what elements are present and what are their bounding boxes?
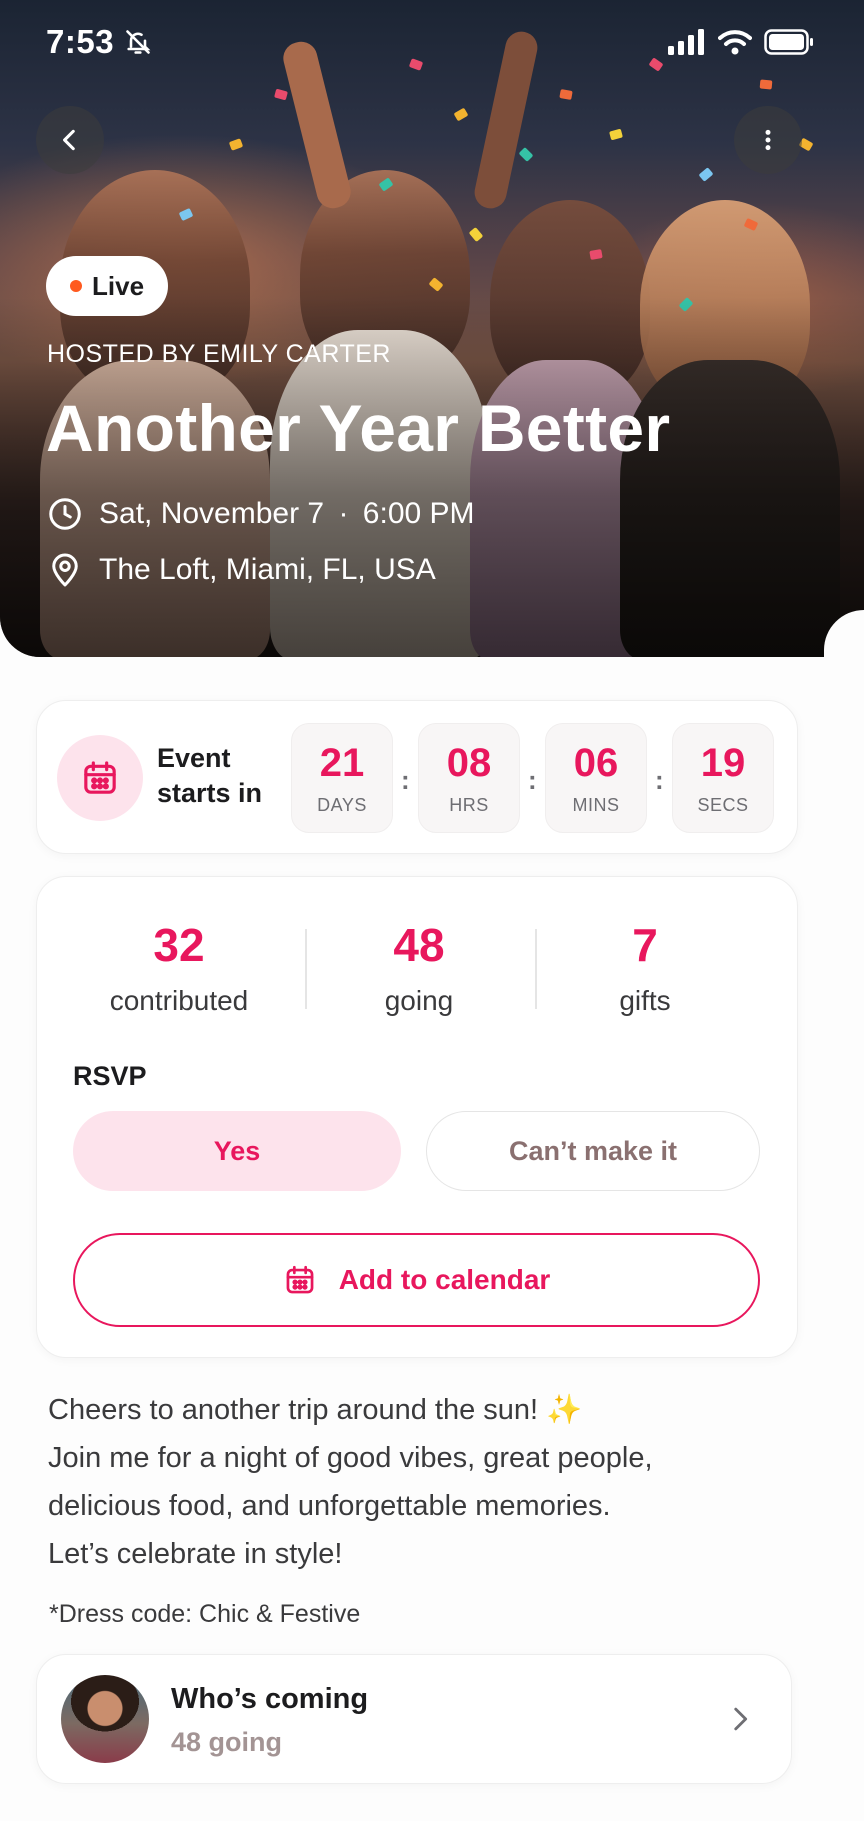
dress-code: *Dress code: Chic & Festive [49, 1600, 361, 1628]
description-line: Cheers to another trip around the sun! ✨ [48, 1386, 808, 1434]
event-time: 6:00 PM [362, 497, 475, 530]
description-line3: delicious food, and unforgettable memori… [48, 1490, 611, 1522]
wifi-icon [718, 30, 752, 55]
countdown-seconds-value: 19 [700, 740, 746, 785]
avatar [61, 1675, 149, 1763]
status-bar: 7:53 [0, 0, 864, 84]
status-time: 7:53 [46, 23, 152, 61]
countdown-colon: : [528, 765, 537, 795]
stat-contributed-value: 32 [153, 919, 205, 971]
description-line4: Let’s celebrate in style! [48, 1538, 343, 1570]
sparkles-emoji: ✨ [546, 1394, 583, 1426]
countdown-days-value: 21 [319, 740, 365, 785]
status-time-text: 7:53 [46, 23, 115, 60]
calendar-icon [286, 1265, 314, 1294]
rsvp-no-button[interactable]: Can’t make it [426, 1111, 760, 1191]
countdown-hours-value: 08 [446, 740, 492, 785]
countdown-minutes-value: 06 [573, 740, 619, 785]
live-label: Live [92, 270, 145, 301]
countdown-label-line1: Event [157, 743, 231, 773]
stat-going-value: 48 [393, 919, 445, 971]
hosted-by: HOSTED BY EMILY CARTER [47, 340, 391, 368]
status-icons [668, 29, 814, 55]
more-options-button[interactable] [734, 106, 802, 174]
live-badge: Live [46, 256, 169, 316]
countdown-hours: 08 HRS [418, 723, 520, 833]
stat-contributed-label: contributed [109, 985, 249, 1016]
stat-contributed: 32 contributed [59, 919, 299, 1017]
countdown-minutes: 06 MINS [545, 723, 647, 833]
countdown-seconds: 19 SECS [672, 723, 774, 833]
countdown-days: 21 DAYS [291, 723, 393, 833]
more-vertical-icon [765, 129, 771, 151]
event-location-text: The Loft, Miami, FL, USA [99, 553, 436, 586]
rsvp-card: 32 contributed 48 going 7 gifts RSVP Yes… [36, 876, 798, 1358]
event-title: Another Year Better [46, 391, 671, 465]
countdown-colon: : [401, 765, 410, 795]
stat-going: 48 going [299, 919, 539, 1017]
whos-coming-title: Who’s coming [171, 1683, 369, 1715]
rsvp-yes-button[interactable]: Yes [73, 1111, 401, 1191]
countdown-days-label: DAYS [317, 794, 367, 815]
live-dot [70, 280, 82, 292]
countdown-colon: : [655, 765, 664, 795]
add-to-calendar-button[interactable]: Add to calendar [73, 1233, 760, 1327]
whos-coming-card[interactable]: Who’s coming 48 going [36, 1654, 792, 1784]
whos-coming-count: 48 going [171, 1727, 283, 1757]
countdown-minutes-label: MINS [572, 794, 620, 815]
signal-icon [668, 29, 704, 55]
rsvp-heading: RSVP [73, 1061, 147, 1091]
countdown-card: Event starts in 21 DAYS : 08 HRS : 06 MI… [36, 700, 798, 854]
bell-off-icon [126, 30, 151, 54]
event-date: Sat, November 7 [99, 497, 325, 530]
stat-gifts-label: gifts [619, 985, 671, 1016]
stat-gifts-value: 7 [632, 919, 658, 971]
battery-icon [764, 29, 813, 55]
description-line2: Join me for a night of good vibes, great… [48, 1442, 653, 1474]
calendar-icon [84, 761, 116, 794]
back-button[interactable] [36, 106, 104, 174]
countdown-calendar-badge [57, 735, 143, 821]
stat-going-label: going [384, 985, 454, 1016]
stat-gifts: 7 gifts [525, 919, 765, 1017]
description-line1: Cheers to another trip around the sun! [48, 1394, 539, 1426]
clock-icon [49, 498, 81, 530]
chevron-left-icon [63, 129, 75, 151]
event-datetime: Sat, November 7 · 6:00 PM [47, 496, 475, 532]
map-pin-icon [52, 553, 78, 587]
event-location[interactable]: The Loft, Miami, FL, USA [47, 552, 436, 588]
countdown-seconds-label: SECS [697, 794, 749, 815]
datetime-separator: · [338, 497, 349, 530]
chevron-right-icon [734, 1707, 748, 1731]
countdown-label-line2: starts in [157, 778, 263, 808]
add-to-calendar-label: Add to calendar [338, 1264, 551, 1295]
countdown-label: Event starts in [157, 741, 262, 811]
event-description: Cheers to another trip around the sun! ✨… [48, 1386, 808, 1578]
countdown-hours-label: HRS [449, 794, 489, 815]
